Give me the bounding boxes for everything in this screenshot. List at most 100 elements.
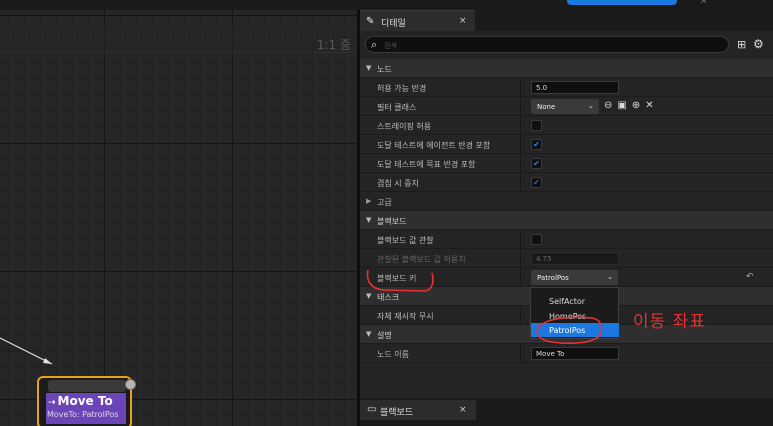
annotation-text: 이동 좌표 (633, 312, 706, 332)
reset-to-default-icon[interactable]: ↶ (746, 272, 754, 282)
blackboard-key-value: PatrolPos (537, 274, 569, 282)
zoom-label: 1:1 줌 (316, 38, 351, 52)
reach-test-agent-radius-checkbox[interactable]: ✔ (531, 139, 542, 150)
tab-details[interactable]: ✎ 디테일 × (360, 10, 475, 31)
close-icon[interactable]: × (459, 16, 467, 26)
search-placeholder: 검색 (384, 42, 397, 50)
blackboard-key-dropdown: SelfActor HomePos PatrolPos (530, 287, 619, 339)
chevron-down-icon: ▼ (366, 216, 372, 224)
tab-blackboard-label: 블랙보드 (380, 408, 414, 418)
row-stop-on-overlap: 겹침 시 중지 ✔ (360, 173, 773, 192)
row-filter-class: 필터 클래스 None ⌄ ⊖ ▣ ⊕ ✕ (360, 97, 773, 116)
node-input-pin[interactable] (125, 379, 136, 390)
column-splitter[interactable] (520, 344, 521, 363)
column-splitter[interactable] (520, 97, 521, 116)
column-splitter[interactable] (520, 268, 521, 287)
node-title: ⇢ Move To (48, 394, 113, 408)
column-splitter[interactable] (520, 135, 521, 154)
search-icon: ⌕ (371, 38, 378, 51)
blackboard-icon: ▭ (367, 404, 377, 415)
browse-folder-icon[interactable]: ▣ (617, 100, 626, 111)
filter-class-combo[interactable]: None ⌄ (531, 99, 599, 114)
reach-test-goal-radius-checkbox[interactable]: ✔ (531, 158, 542, 169)
node-name-label: 노드 이름 (377, 350, 409, 359)
chevron-down-icon: ⌄ (607, 273, 613, 281)
top-blue-button[interactable] (567, 0, 677, 5)
chevron-down-icon: ⌄ (588, 102, 594, 110)
close-icon[interactable]: × (459, 405, 467, 415)
row-node-name: 노드 이름 Move To (360, 344, 773, 363)
reach-test-agent-radius-label: 도달 테스트에 에이전트 반경 포함 (377, 141, 491, 150)
top-strip: × (0, 0, 773, 10)
gear-icon[interactable]: ⚙ (753, 37, 764, 51)
search-input[interactable]: ⌕ 검색 (365, 36, 729, 53)
stop-on-overlap-checkbox[interactable]: ✔ (531, 177, 542, 188)
category-task-label: 태스크 (377, 293, 400, 302)
behavior-tree-graph[interactable]: 1:1 줌 ⇢ Move To MoveTo: PatrolPos (0, 10, 357, 426)
filter-class-actions: ⊖ ▣ ⊕ ✕ (604, 100, 659, 111)
node-name-field[interactable]: Move To (531, 347, 619, 360)
bottom-tabbar: ▭ 블랙보드 × (360, 398, 773, 426)
clear-icon[interactable]: ✕ (645, 100, 653, 111)
chevron-down-icon: ▼ (366, 330, 372, 338)
move-arrow-icon: ⇢ (48, 398, 56, 408)
top-close-icon[interactable]: × (700, 0, 708, 6)
category-node[interactable]: ▼ 노드 (360, 59, 773, 78)
row-reach-test-goal-radius: 도달 테스트에 목표 반경 포함 ✔ (360, 154, 773, 173)
acceptable-radius-label: 허용 가능 반경 (377, 84, 427, 93)
category-node-label: 노드 (377, 65, 392, 74)
stop-on-overlap-label: 겹침 시 중지 (377, 179, 419, 188)
filter-class-value: None (537, 103, 556, 111)
allow-strafe-label: 스트레이핑 허용 (377, 122, 432, 131)
row-reach-test-agent-radius: 도달 테스트에 에이전트 반경 포함 ✔ (360, 135, 773, 154)
details-tabbar: ✎ 디테일 × (360, 10, 773, 31)
add-icon[interactable]: ⊕ (632, 100, 640, 111)
column-splitter[interactable] (520, 154, 521, 173)
category-advanced-label: 고급 (377, 198, 392, 207)
column-splitter[interactable] (520, 78, 521, 97)
row-blackboard-key: 블랙보드 키 PatrolPos ⌄ ↶ (360, 268, 773, 287)
column-splitter[interactable] (520, 230, 521, 249)
node-title-text: Move To (57, 394, 113, 408)
blackboard-key-label: 블랙보드 키 (377, 274, 417, 283)
column-splitter[interactable] (520, 173, 521, 192)
column-splitter[interactable] (520, 116, 521, 135)
table-view-icon[interactable]: ⊞ (737, 38, 746, 51)
category-blackboard-label: 블랙보드 (377, 217, 407, 226)
chevron-right-icon: ▶ (366, 197, 372, 205)
acceptable-radius-field[interactable]: 5.0 (531, 81, 619, 94)
filter-class-label: 필터 클래스 (377, 103, 417, 112)
details-panel: ✎ 디테일 × ⌕ 검색 ⊞ ⚙ ▼ 노드 허용 가능 반경 5.0 필터 클래… (360, 10, 773, 426)
node-input-bar[interactable] (48, 380, 126, 392)
column-splitter[interactable] (520, 306, 521, 325)
pencil-icon: ✎ (366, 16, 375, 27)
dropdown-option[interactable]: SelfActor (531, 294, 619, 308)
blackboard-key-combo[interactable]: PatrolPos ⌄ (531, 270, 618, 285)
column-splitter[interactable] (520, 249, 521, 268)
observed-tolerance-label: 관찰된 블랙보드 값 허용치 (377, 255, 466, 264)
allow-strafe-checkbox[interactable] (531, 120, 542, 131)
observed-tolerance-field: 4.75 (531, 252, 619, 265)
row-observe-blackboard-value: 블랙보드 값 관찰 (360, 230, 773, 249)
category-description-label: 설명 (377, 331, 392, 340)
reach-test-goal-radius-label: 도달 테스트에 목표 반경 포함 (377, 160, 476, 169)
graph-header (0, 23, 357, 53)
row-acceptable-radius: 허용 가능 반경 5.0 (360, 78, 773, 97)
observe-blackboard-value-checkbox[interactable] (531, 234, 542, 245)
dropdown-option-selected[interactable]: PatrolPos (531, 323, 619, 337)
use-selected-icon[interactable]: ⊖ (604, 100, 612, 111)
node-body[interactable]: ⇢ Move To MoveTo: PatrolPos (46, 393, 126, 424)
tab-blackboard[interactable]: ▭ 블랙보드 × (360, 400, 476, 420)
dropdown-option[interactable]: HomePos (531, 309, 619, 323)
chevron-down-icon: ▼ (366, 292, 372, 300)
ignore-restart-self-label: 자체 재시작 무시 (377, 312, 434, 321)
chevron-down-icon: ▼ (366, 64, 372, 72)
category-advanced[interactable]: ▶ 고급 (360, 192, 773, 211)
node-subtitle: MoveTo: PatrolPos (47, 410, 119, 419)
category-blackboard[interactable]: ▼ 블랙보드 (360, 211, 773, 230)
row-observed-tolerance: 관찰된 블랙보드 값 허용치 4.75 (360, 249, 773, 268)
move-to-node[interactable]: ⇢ Move To MoveTo: PatrolPos (37, 376, 136, 426)
observe-blackboard-value-label: 블랙보드 값 관찰 (377, 236, 434, 245)
row-allow-strafe: 스트레이핑 허용 (360, 116, 773, 135)
tab-details-label: 디테일 (381, 19, 406, 29)
